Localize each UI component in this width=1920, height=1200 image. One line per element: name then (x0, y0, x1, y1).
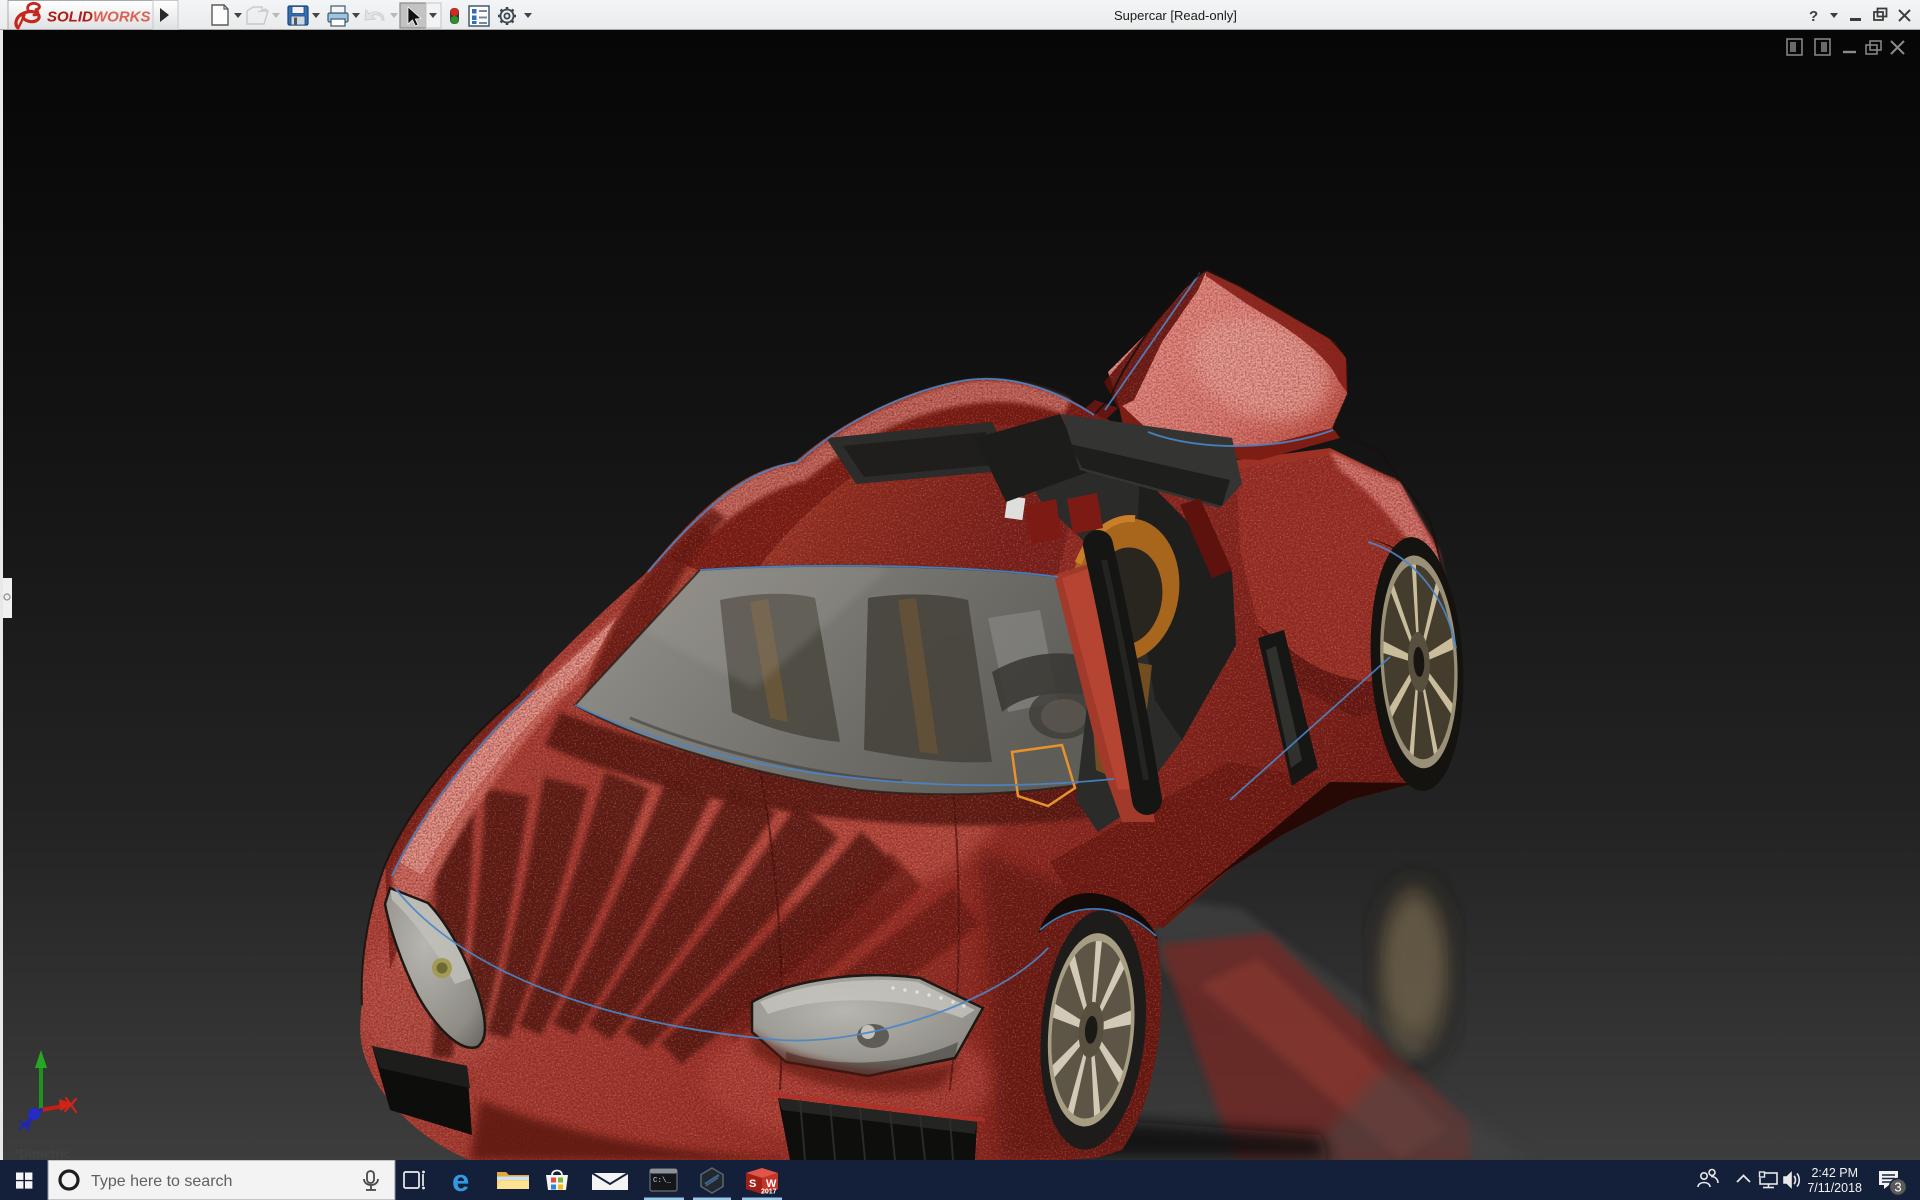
svg-text:WORKS: WORKS (93, 9, 151, 26)
svg-text:2:42 PM: 2:42 PM (1811, 1166, 1858, 1180)
svg-text:S: S (749, 1178, 756, 1190)
svg-text:Supercar [Read-only]: Supercar [Read-only] (1114, 8, 1237, 23)
svg-text:e: e (452, 1163, 469, 1198)
svg-text:C:\_: C:\_ (653, 1177, 672, 1185)
svg-text:3: 3 (1894, 1180, 1901, 1195)
svg-text:Type here to search: Type here to search (91, 1173, 232, 1190)
svg-text:*Dimetric: *Dimetric (14, 1146, 71, 1160)
svg-text:7/11/2018: 7/11/2018 (1807, 1181, 1862, 1195)
svg-text:SOLID: SOLID (47, 9, 93, 26)
svg-text:?: ? (1809, 8, 1818, 25)
svg-text:2017: 2017 (761, 1189, 777, 1196)
